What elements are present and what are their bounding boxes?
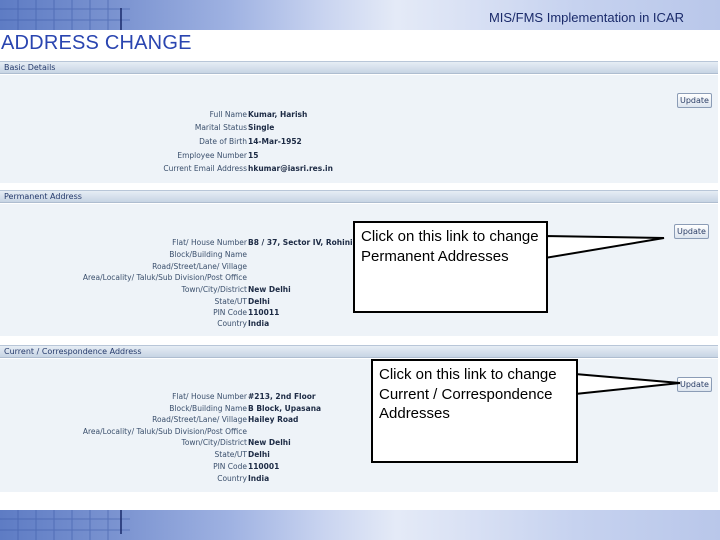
banner-grid-decoration [0, 510, 130, 540]
current-address-callout: Click on this link to change Current / C… [371, 359, 578, 463]
current-callout-arrow [574, 372, 681, 396]
permanent-callout-arrow [544, 234, 665, 260]
bottom-banner [0, 510, 720, 540]
permanent-address-callout: Click on this link to change Permanent A… [353, 221, 548, 313]
